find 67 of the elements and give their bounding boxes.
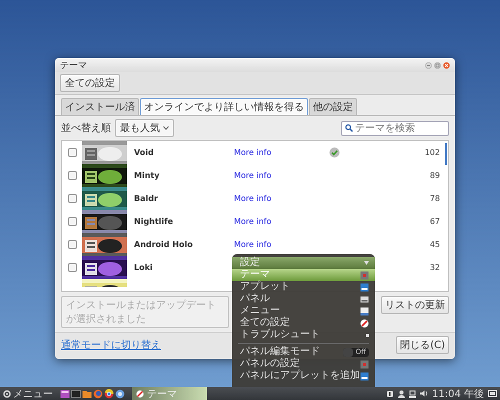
menu-item[interactable]: パネル bbox=[232, 293, 375, 305]
applet-icon bbox=[360, 372, 369, 380]
menu-item[interactable]: アプレット bbox=[232, 281, 375, 293]
download-count: 102 bbox=[424, 148, 441, 157]
tab[interactable]: オンラインでより詳しい情報を得る bbox=[140, 98, 308, 115]
more-info-link[interactable]: More info bbox=[234, 240, 272, 249]
volume-icon[interactable] bbox=[420, 390, 428, 397]
scrollbar-thumb[interactable] bbox=[445, 143, 447, 165]
browser-icon[interactable] bbox=[104, 388, 114, 398]
menu-item[interactable]: メニュー bbox=[232, 305, 375, 317]
download-count: 45 bbox=[430, 240, 441, 249]
more-info-link[interactable]: More info bbox=[234, 148, 272, 157]
more-info-link[interactable]: More info bbox=[234, 194, 272, 203]
more-info-link[interactable]: More info bbox=[234, 217, 272, 226]
caret-icon bbox=[163, 126, 169, 130]
download-count: 67 bbox=[430, 217, 441, 226]
clock: 11:04 午後 bbox=[432, 388, 484, 400]
checkbox[interactable] bbox=[68, 240, 76, 249]
sort-dropdown[interactable]: 最も人気 bbox=[115, 119, 174, 137]
menu-item[interactable]: パネルの設定 bbox=[232, 358, 375, 370]
gear-icon bbox=[3, 390, 11, 398]
menu-item[interactable]: パネルにアプレットを追加 bbox=[232, 370, 375, 382]
window-title: テーマ bbox=[60, 60, 87, 72]
settings-icon bbox=[360, 318, 369, 328]
menu-button[interactable]: メニュー bbox=[3, 386, 53, 400]
more-info-link[interactable]: More info bbox=[234, 171, 272, 180]
close-button[interactable]: 閉じる(C) bbox=[396, 336, 449, 354]
terminal-icon[interactable] bbox=[71, 388, 81, 398]
theme-name: Baldr bbox=[134, 194, 159, 203]
search-icon bbox=[345, 124, 353, 132]
applet-icon bbox=[360, 282, 369, 292]
user-icon[interactable] bbox=[398, 390, 405, 398]
download-count: 89 bbox=[430, 171, 441, 180]
normal-mode-link[interactable]: 通常モードに切り替え bbox=[61, 338, 161, 352]
theme-name: Loki bbox=[134, 263, 154, 272]
checkbox[interactable] bbox=[68, 148, 76, 157]
menu-item[interactable]: 全ての設定 bbox=[232, 317, 375, 329]
panel-icon bbox=[360, 294, 369, 304]
minimize-icon[interactable] bbox=[425, 62, 432, 68]
window-icon bbox=[360, 306, 369, 316]
close-icon[interactable] bbox=[443, 62, 450, 68]
theme-name: Void bbox=[134, 148, 155, 157]
window-icon[interactable] bbox=[60, 388, 70, 398]
tab[interactable]: インストール済 bbox=[61, 98, 139, 115]
panel-icon bbox=[360, 360, 369, 368]
download-count: 32 bbox=[430, 263, 441, 272]
theme-name: Nightlife bbox=[134, 217, 174, 226]
all-settings-button[interactable]: 全ての設定 bbox=[60, 74, 120, 92]
globe-icon[interactable] bbox=[115, 388, 125, 398]
maximize-icon[interactable] bbox=[434, 62, 441, 68]
sort-label: 並べ替え順 bbox=[61, 122, 111, 135]
checkbox[interactable] bbox=[68, 171, 76, 180]
menu-item[interactable]: トラブルシュート bbox=[232, 329, 375, 341]
network-icon[interactable] bbox=[409, 390, 416, 398]
panel-icon bbox=[360, 270, 369, 280]
checkbox[interactable] bbox=[68, 217, 76, 226]
refresh-list-button[interactable]: リストの更新 bbox=[381, 296, 449, 314]
download-count: 78 bbox=[430, 194, 441, 203]
theme-name: Android Holo bbox=[134, 240, 194, 249]
checkbox[interactable] bbox=[68, 263, 76, 272]
desktop-icon[interactable] bbox=[488, 390, 497, 398]
tab[interactable]: 他の設定 bbox=[309, 98, 357, 115]
theme-name: Minty bbox=[134, 171, 160, 180]
checkbox[interactable] bbox=[68, 194, 76, 203]
search-field[interactable]: テーマを検索 bbox=[341, 120, 449, 136]
settings-icon bbox=[136, 390, 144, 398]
caret-icon bbox=[364, 261, 369, 265]
